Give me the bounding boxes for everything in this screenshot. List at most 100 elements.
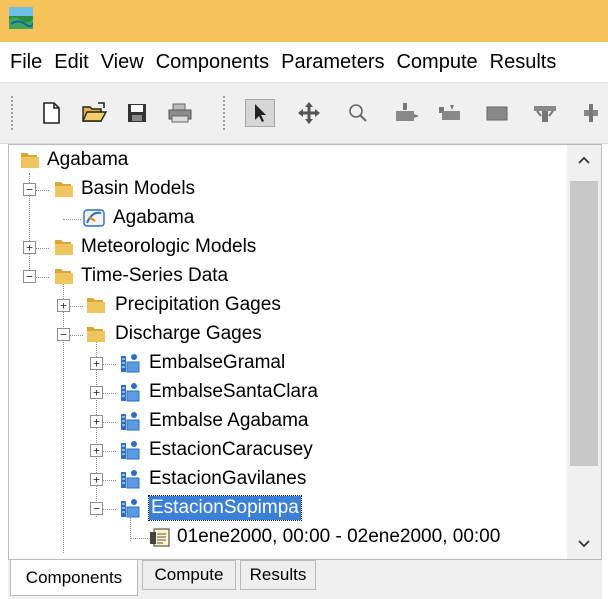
discharge-gage-icon — [121, 470, 140, 489]
tree-connector — [70, 335, 83, 336]
reach-icon — [439, 105, 460, 120]
tree-connector — [103, 393, 116, 394]
tree-connector — [103, 480, 116, 481]
scroll-up-button[interactable] — [567, 145, 601, 175]
reservoir-icon — [486, 106, 508, 121]
menu-compute[interactable]: Compute — [396, 51, 477, 74]
tree-connector — [36, 277, 49, 278]
app-icon — [9, 7, 33, 29]
reservoir-tool-button[interactable] — [482, 99, 512, 127]
menu-results[interactable]: Results — [490, 51, 557, 74]
tab-results[interactable]: Results — [240, 560, 316, 590]
tree-connector — [36, 190, 49, 191]
chevron-up-icon — [578, 156, 590, 164]
tab-compute[interactable]: Compute — [142, 560, 236, 590]
folder-icon — [87, 327, 105, 342]
diversion-tool-button[interactable] — [576, 99, 606, 127]
tree-connector — [130, 538, 148, 539]
collapse-toggle[interactable]: − — [90, 502, 103, 515]
menu-edit[interactable]: Edit — [54, 51, 88, 74]
collapse-toggle[interactable]: − — [23, 183, 36, 196]
tab-bar: Components Compute Results — [8, 560, 602, 599]
collapse-toggle[interactable]: − — [57, 328, 70, 341]
reach-tool-button[interactable] — [435, 99, 465, 127]
vertical-scrollbar[interactable] — [567, 145, 601, 559]
zoom-tool-button[interactable] — [343, 99, 373, 127]
expand-toggle[interactable]: + — [23, 241, 36, 254]
basin-model-icon — [83, 209, 105, 227]
pointer-icon — [255, 104, 266, 122]
scrollbar-thumb[interactable] — [570, 181, 598, 466]
select-tool-button[interactable] — [245, 99, 275, 127]
junction-icon — [534, 106, 556, 122]
open-folder-icon — [81, 102, 107, 122]
toolbar — [0, 82, 608, 144]
discharge-gage-icon — [121, 354, 140, 373]
subbasin-tool-button[interactable] — [392, 99, 422, 127]
discharge-gage-icon — [121, 412, 140, 431]
tree-node-basin-model[interactable]: Agabama — [113, 206, 194, 230]
tab-components[interactable]: Components — [10, 560, 138, 596]
diversion-icon — [584, 104, 598, 122]
menu-parameters[interactable]: Parameters — [281, 51, 384, 74]
collapse-toggle[interactable]: − — [23, 270, 36, 283]
save-button[interactable] — [122, 99, 152, 127]
expand-toggle[interactable]: + — [90, 386, 103, 399]
components-tree-panel[interactable]: Agabama − Basin Models Agabama + Meteoro… — [8, 144, 602, 560]
zoom-icon — [349, 104, 367, 122]
print-icon — [168, 103, 192, 123]
expand-toggle[interactable]: + — [90, 357, 103, 370]
toolbar-grip[interactable] — [10, 95, 14, 131]
scroll-down-button[interactable] — [567, 529, 601, 559]
tree-connector — [103, 451, 116, 452]
tree-node-time-series-data[interactable]: Time-Series Data — [81, 264, 228, 288]
expand-toggle[interactable]: + — [90, 473, 103, 486]
tree-node-gage[interactable]: EmbalseGramal — [149, 351, 285, 375]
toolbar-grip-2[interactable] — [222, 95, 226, 131]
new-button[interactable] — [36, 99, 66, 127]
tree-node-gage[interactable]: EmbalseSantaClara — [149, 380, 318, 404]
new-file-icon — [43, 102, 60, 124]
tree-node-gage[interactable]: EstacionGavilanes — [149, 467, 306, 491]
tree-node-basin-models[interactable]: Basin Models — [81, 177, 195, 201]
menu-file[interactable]: File — [10, 51, 42, 74]
expand-toggle[interactable]: + — [90, 415, 103, 428]
tree-node-gage[interactable]: EstacionCaracusey — [149, 438, 313, 462]
folder-icon — [87, 298, 105, 313]
folder-icon — [21, 153, 39, 168]
tree-connector — [103, 364, 116, 365]
discharge-gage-icon — [121, 499, 140, 518]
tree-node-root[interactable]: Agabama — [47, 148, 128, 172]
folder-icon — [55, 269, 73, 284]
tree-node-discharge-gages[interactable]: Discharge Gages — [115, 322, 262, 346]
time-window-icon — [150, 528, 170, 547]
print-button[interactable] — [165, 99, 195, 127]
pan-tool-button[interactable] — [294, 99, 324, 127]
expand-toggle[interactable]: + — [90, 444, 103, 457]
folder-icon — [55, 240, 73, 255]
save-icon — [128, 104, 146, 122]
menu-view[interactable]: View — [101, 51, 144, 74]
tree-node-gage-selected[interactable]: EstacionSopimpa — [148, 495, 302, 521]
expand-toggle[interactable]: + — [57, 299, 70, 312]
tree-node-gage[interactable]: Embalse Agabama — [149, 409, 309, 433]
junction-tool-button[interactable] — [530, 99, 560, 127]
title-bar — [0, 0, 608, 42]
discharge-gage-icon — [121, 383, 140, 402]
chevron-down-icon — [578, 540, 590, 548]
tree-node-meteorologic-models[interactable]: Meteorologic Models — [81, 235, 256, 259]
tree-connector — [103, 422, 116, 423]
tree-node-precipitation-gages[interactable]: Precipitation Gages — [115, 293, 281, 317]
tree-node-time-window[interactable]: 01ene2000, 00:00 - 02ene2000, 00:00 — [177, 525, 500, 549]
menu-components[interactable]: Components — [156, 51, 269, 74]
tree-connector — [70, 306, 83, 307]
subbasin-icon — [396, 103, 419, 121]
move-icon — [298, 102, 320, 124]
tree-connector — [63, 283, 64, 553]
discharge-gage-icon — [121, 441, 140, 460]
tree-connector — [36, 248, 49, 249]
folder-icon — [55, 182, 73, 197]
open-button[interactable] — [79, 99, 109, 127]
tree-connector — [103, 509, 116, 510]
tree-connector — [63, 219, 81, 220]
